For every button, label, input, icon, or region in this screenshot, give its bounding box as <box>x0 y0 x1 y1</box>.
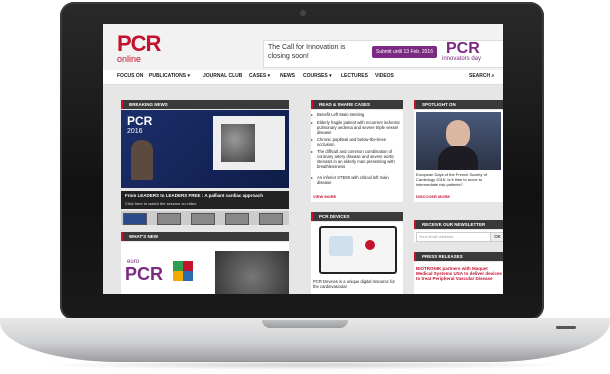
spotlight-header: SPOTLIGHT ON <box>414 100 503 109</box>
video-year: 2016 <box>127 128 143 135</box>
speaker-body <box>438 146 478 170</box>
press-releases-header: PRESS RELEASES <box>414 252 503 261</box>
nav-item-journal-club[interactable]: JOURNAL CLUB <box>203 73 242 79</box>
video-logo: PCR <box>127 114 153 128</box>
case-link[interactable]: An inferior STEMI with critical left mai… <box>311 175 403 185</box>
pcr-devices-header: PCR DEVICES <box>311 212 403 221</box>
rubiks-cube-icon <box>173 261 193 281</box>
thumbnail[interactable] <box>123 213 147 225</box>
nav-item-courses[interactable]: COURSES ▾ <box>303 73 332 79</box>
whats-new-image[interactable] <box>215 251 289 294</box>
europcr-logo-main: PCR <box>125 264 164 284</box>
laptop-notch <box>262 320 348 328</box>
newsletter-ok-button[interactable]: OK <box>490 232 503 242</box>
press-release-link[interactable]: BIOTRONIK partners with Maquet Medical S… <box>416 266 503 281</box>
nav-item-news[interactable]: NEWS <box>280 73 295 79</box>
banner-logo-sub: innovators day <box>442 56 482 62</box>
pcr-devices-text[interactable]: PCR Devices is a unique digital resource… <box>313 279 401 289</box>
site-header: PCR online The Call for Innovation is cl… <box>103 24 503 70</box>
nav-item-videos[interactable]: VIDEOS <box>375 73 394 79</box>
case-link[interactable]: The difficult and common combination of … <box>311 149 403 169</box>
video-thumbnails <box>121 211 289 225</box>
thumbnail[interactable] <box>259 213 283 225</box>
banner-logo: PCR <box>446 40 480 57</box>
innovation-banner[interactable]: The Call for Innovation is closing soon!… <box>263 40 503 68</box>
thumbnail[interactable] <box>191 213 215 225</box>
device-illustration <box>329 236 353 256</box>
thumbnail[interactable] <box>157 213 181 225</box>
europcr-tile[interactable]: euro PCR <box>121 251 205 294</box>
caption-sub: Click here to watch the session on video <box>125 201 197 206</box>
nav-search[interactable]: SEARCH ⌕ <box>469 73 494 79</box>
angiogram-slide <box>213 116 285 170</box>
newsletter-email-input[interactable]: Your email address <box>416 232 492 242</box>
nav-item-cases[interactable]: CASES ▾ <box>249 73 270 79</box>
site-logo[interactable]: PCR online <box>117 31 161 65</box>
speaker-image <box>131 140 153 180</box>
case-link[interactable]: Benefit Left Main stenting <box>311 112 403 117</box>
discover-more-link[interactable]: DISCOVER MORE <box>416 194 450 199</box>
nav-item-publications[interactable]: PUBLICATIONS ▾ <box>149 73 190 79</box>
breaking-news-header: BREAKING NEWS <box>121 100 289 109</box>
breaking-news-video[interactable]: PCR 2016 <box>121 110 289 188</box>
banner-text: The Call for Innovation is closing soon! <box>268 44 346 60</box>
laptop-shadow <box>40 360 570 370</box>
case-link[interactable]: Elderly fragile patient with recurrent i… <box>311 120 403 135</box>
spotlight-image[interactable] <box>416 112 501 170</box>
camera-icon <box>300 10 306 16</box>
angiogram-image <box>221 124 255 162</box>
spotlight-text[interactable]: European Days of the French Society of C… <box>416 172 501 187</box>
status-led <box>556 326 576 329</box>
case-link[interactable]: Chronic popliteal and below-the-knee occ… <box>311 137 403 147</box>
logo-main: PCR <box>117 31 161 56</box>
breaking-news-caption[interactable]: From LEADERS to LEADERS FREE : A pallian… <box>121 191 289 209</box>
devices-laptop-image[interactable] <box>319 226 397 274</box>
thumbnail[interactable] <box>225 213 249 225</box>
main-nav: FOCUS ON PUBLICATIONS ▾ JOURNAL CLUB CAS… <box>103 70 503 85</box>
newsletter-header: RECEIVE OUR NEWSLETTER <box>414 220 503 229</box>
nav-item-lectures[interactable]: LECTURES <box>341 73 368 79</box>
search-icon: ⌕ <box>491 73 495 79</box>
read-share-header: READ & SHARE CASES <box>311 100 403 109</box>
whats-new-header: WHAT'S NEW <box>121 232 289 241</box>
caption-title: From LEADERS to LEADERS FREE : A pallian… <box>125 193 263 198</box>
view-more-link[interactable]: VIEW MORE <box>313 194 336 199</box>
device-dot <box>365 240 375 250</box>
search-label: SEARCH <box>469 73 491 79</box>
nav-item-focus-on[interactable]: FOCUS ON <box>117 73 143 79</box>
banner-submit-button[interactable]: Submit until 13 Feb. 2016 <box>372 46 437 58</box>
browser-screen: PCR online The Call for Innovation is cl… <box>103 24 503 294</box>
speaker-face <box>446 120 470 148</box>
